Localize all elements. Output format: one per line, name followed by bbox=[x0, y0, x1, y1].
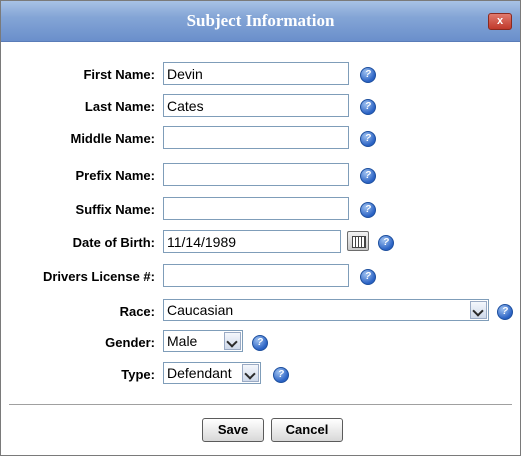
middle-name-help-icon[interactable]: ? bbox=[360, 131, 376, 147]
race-help-icon[interactable]: ? bbox=[497, 304, 513, 320]
first-name-help-icon[interactable]: ? bbox=[360, 67, 376, 83]
gender-selected-value: Male bbox=[167, 333, 198, 349]
drivers-license-input[interactable] bbox=[163, 264, 349, 287]
subject-information-dialog: Subject Information x First Name: ? Last… bbox=[0, 0, 521, 456]
save-button[interactable]: Save bbox=[202, 418, 264, 442]
gender-help-icon[interactable]: ? bbox=[252, 335, 268, 351]
middle-name-label: Middle Name: bbox=[70, 131, 155, 146]
race-selected-value: Caucasian bbox=[167, 302, 234, 318]
dialog-title: Subject Information bbox=[186, 11, 335, 30]
prefix-name-label: Prefix Name: bbox=[75, 168, 155, 183]
last-name-help-icon[interactable]: ? bbox=[360, 99, 376, 115]
suffix-name-help-icon[interactable]: ? bbox=[360, 202, 376, 218]
type-select[interactable]: Defendant bbox=[163, 362, 261, 384]
chevron-down-icon[interactable] bbox=[224, 332, 241, 350]
close-button[interactable]: x bbox=[488, 13, 512, 30]
date-of-birth-label: Date of Birth: bbox=[72, 235, 155, 250]
suffix-name-input[interactable] bbox=[163, 197, 349, 220]
cancel-button[interactable]: Cancel bbox=[271, 418, 343, 442]
divider bbox=[9, 404, 512, 406]
middle-name-input[interactable] bbox=[163, 126, 349, 149]
date-of-birth-input[interactable] bbox=[163, 230, 341, 253]
type-selected-value: Defendant bbox=[167, 365, 232, 381]
chevron-down-icon[interactable] bbox=[242, 364, 259, 382]
last-name-input[interactable] bbox=[163, 94, 349, 117]
drivers-license-help-icon[interactable]: ? bbox=[360, 269, 376, 285]
gender-select[interactable]: Male bbox=[163, 330, 243, 352]
chevron-down-icon[interactable] bbox=[470, 301, 487, 319]
last-name-label: Last Name: bbox=[84, 99, 155, 114]
race-select[interactable]: Caucasian bbox=[163, 299, 489, 321]
prefix-name-input[interactable] bbox=[163, 163, 349, 186]
prefix-name-help-icon[interactable]: ? bbox=[360, 168, 376, 184]
date-of-birth-help-icon[interactable]: ? bbox=[378, 235, 394, 251]
drivers-license-label: Drivers License #: bbox=[42, 269, 155, 284]
first-name-input[interactable] bbox=[163, 62, 349, 85]
gender-label: Gender: bbox=[105, 335, 155, 350]
first-name-label: First Name: bbox=[83, 67, 155, 82]
suffix-name-label: Suffix Name: bbox=[75, 202, 155, 217]
calendar-button[interactable] bbox=[347, 231, 369, 251]
calendar-icon bbox=[352, 236, 366, 248]
dialog-titlebar: Subject Information x bbox=[1, 1, 520, 42]
race-label: Race: bbox=[119, 304, 155, 319]
type-label: Type: bbox=[121, 367, 155, 382]
type-help-icon[interactable]: ? bbox=[273, 367, 289, 383]
